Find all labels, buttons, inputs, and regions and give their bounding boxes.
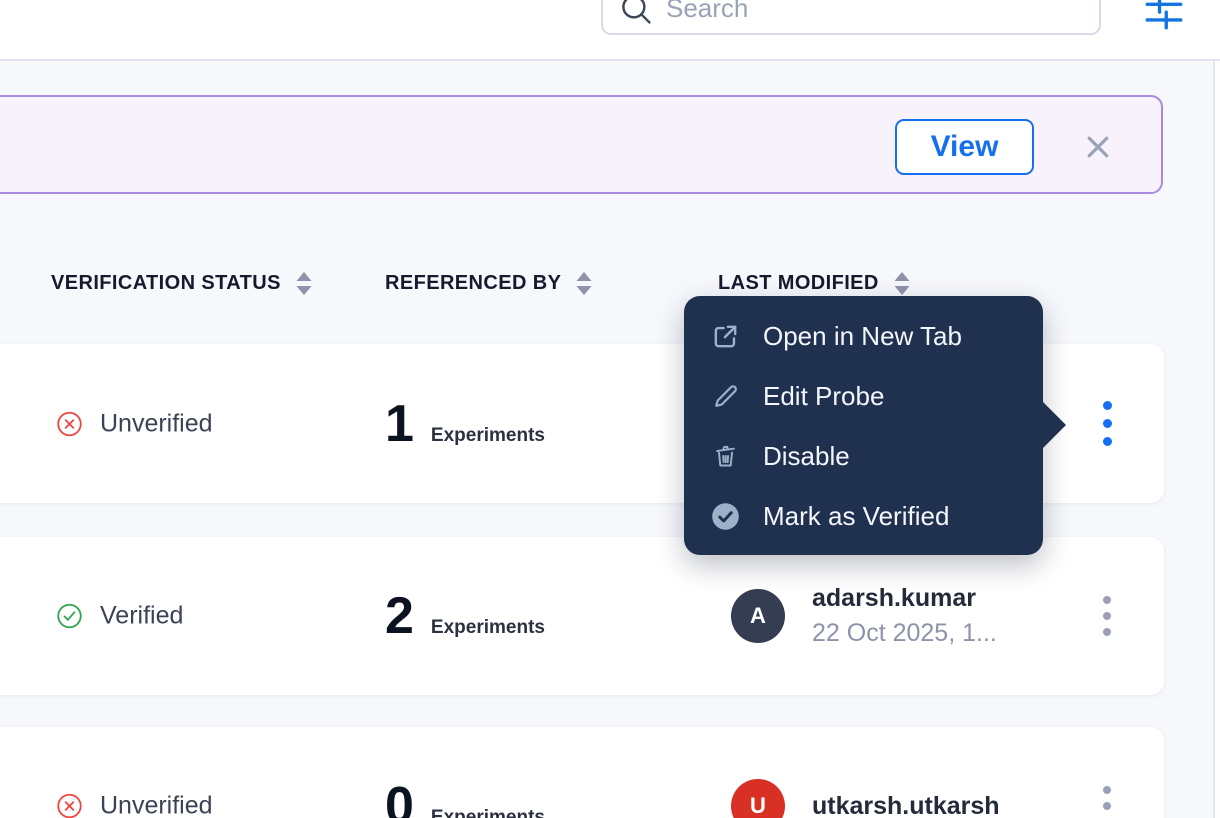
avatar: A — [731, 589, 785, 643]
unverified-icon — [56, 793, 83, 818]
search-box[interactable] — [601, 0, 1101, 35]
row-actions-kebab-icon[interactable] — [1092, 592, 1122, 640]
column-label: Verification Status — [51, 272, 281, 295]
menu-item-mark-as-verified[interactable]: Mark as Verified — [684, 486, 1043, 546]
check-circle-icon — [710, 501, 740, 531]
search-icon — [619, 0, 653, 26]
menu-item-label: Open in New Tab — [763, 321, 962, 352]
notification-banner: View — [0, 95, 1163, 194]
table-row[interactable]: Unverified 0 Experiments U utkarsh.utkar… — [0, 727, 1164, 818]
last-modified-cell: U utkarsh.utkarsh — [731, 779, 1000, 818]
status-label: Unverified — [100, 792, 213, 818]
last-modified-cell: A adarsh.kumar 22 Oct 2025, 1... — [731, 584, 997, 648]
menu-item-edit-probe[interactable]: Edit Probe — [684, 366, 1043, 426]
scrollbar-track[interactable] — [1213, 61, 1220, 818]
referenced-by-cell: 2 Experiments — [385, 590, 545, 642]
experiment-count: 2 — [385, 590, 414, 642]
experiment-count-label: Experiments — [431, 807, 545, 818]
sort-icon[interactable] — [576, 272, 592, 295]
close-icon[interactable] — [1082, 126, 1114, 168]
modified-by-block: adarsh.kumar 22 Oct 2025, 1... — [812, 584, 997, 648]
status-label: Verified — [100, 602, 183, 631]
menu-item-label: Edit Probe — [763, 381, 884, 412]
row-actions-kebab-icon[interactable] — [1092, 782, 1122, 818]
external-link-icon — [710, 321, 740, 351]
search-input[interactable] — [666, 0, 1086, 24]
avatar: U — [731, 779, 785, 818]
experiment-count-label: Experiments — [431, 425, 545, 447]
filter-sliders-icon[interactable] — [1145, 0, 1183, 30]
table-row[interactable]: Verified 2 Experiments A adarsh.kumar 22… — [0, 537, 1164, 695]
modified-by-block: utkarsh.utkarsh — [812, 792, 1000, 818]
menu-item-open-in-new-tab[interactable]: Open in New Tab — [684, 306, 1043, 366]
menu-item-label: Mark as Verified — [763, 501, 949, 532]
pencil-icon — [710, 381, 740, 411]
menu-item-disable[interactable]: Disable — [684, 426, 1043, 486]
column-header-referenced-by[interactable]: Referenced By — [385, 272, 592, 295]
unverified-icon — [56, 410, 83, 437]
view-button[interactable]: View — [895, 119, 1034, 175]
verified-icon — [56, 603, 83, 630]
modified-by-user: adarsh.kumar — [812, 584, 997, 613]
modified-by-user: utkarsh.utkarsh — [812, 792, 1000, 818]
experiment-count: 1 — [385, 398, 414, 450]
sort-icon[interactable] — [894, 272, 910, 295]
experiment-count-label: Experiments — [431, 617, 545, 639]
table-header-row: Verification Status Referenced By Last M… — [0, 272, 1220, 302]
trash-icon — [710, 441, 740, 471]
verification-status-cell: Unverified — [56, 792, 213, 818]
referenced-by-cell: 0 Experiments — [385, 780, 545, 818]
referenced-by-cell: 1 Experiments — [385, 398, 545, 450]
sort-icon[interactable] — [296, 272, 312, 295]
menu-item-label: Disable — [763, 441, 850, 472]
column-label: Last Modified — [718, 272, 879, 295]
top-bar — [0, 0, 1220, 61]
column-header-last-modified[interactable]: Last Modified — [718, 272, 910, 295]
experiment-count: 0 — [385, 780, 414, 818]
column-label: Referenced By — [385, 272, 561, 295]
status-label: Unverified — [100, 409, 213, 438]
row-context-menu: Open in New Tab Edit Probe Disable — [684, 296, 1043, 555]
verification-status-cell: Verified — [56, 602, 183, 631]
modified-date: 22 Oct 2025, 1... — [812, 619, 997, 648]
probe-list-page: View Verification Status Referenced By L… — [0, 0, 1220, 818]
column-header-verification-status[interactable]: Verification Status — [51, 272, 312, 295]
verification-status-cell: Unverified — [56, 409, 213, 438]
row-actions-kebab-icon[interactable] — [1092, 397, 1122, 451]
